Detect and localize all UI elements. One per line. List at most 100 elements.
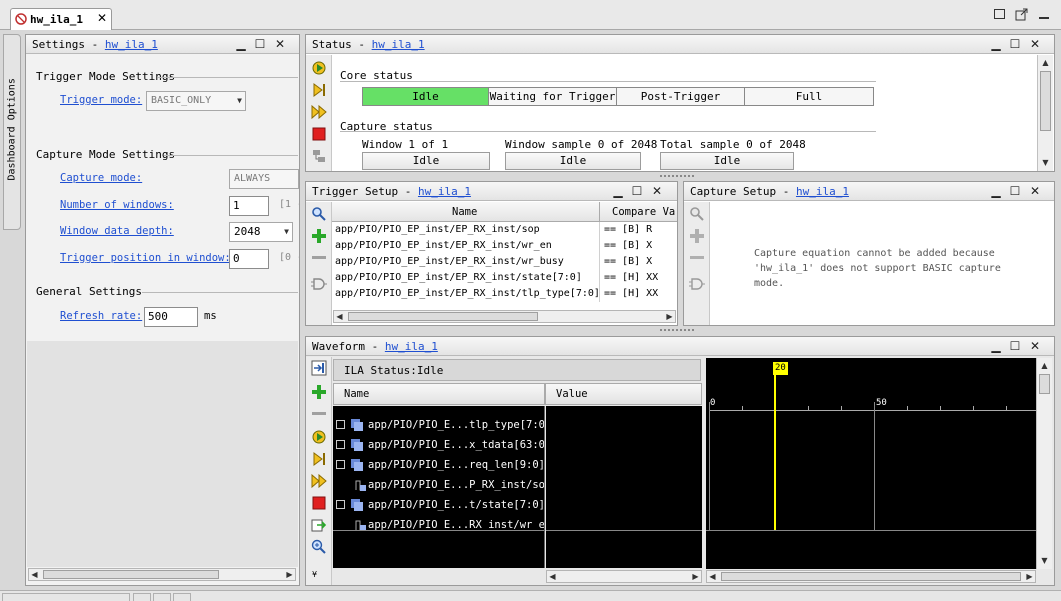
- splitter-handle[interactable]: [660, 329, 694, 332]
- waveform-vertical-scrollbar[interactable]: ▲ ▼: [1036, 358, 1052, 569]
- auto-rearm-icon[interactable]: [311, 473, 327, 489]
- chevron-down-icon[interactable]: ¥: [312, 570, 317, 579]
- stop-trigger-icon[interactable]: [311, 126, 327, 142]
- minimize-icon[interactable]: ▁: [611, 183, 625, 199]
- capture-setup-title-link[interactable]: hw_ila_1: [796, 185, 849, 198]
- close-icon[interactable]: ✕: [97, 11, 107, 25]
- table-row[interactable]: app/PIO/PIO_EP_inst/EP_RX_inst/sop == [B]…: [332, 222, 677, 238]
- scroll-thumb[interactable]: [348, 312, 538, 321]
- trigger-mode-select[interactable]: BASIC_ONLY ▼: [146, 91, 246, 111]
- waveform-value-header[interactable]: Value: [545, 383, 702, 405]
- close-icon[interactable]: ✕: [1028, 338, 1042, 354]
- probe-compare[interactable]: == [B] R: [604, 224, 652, 235]
- capture-mode-select[interactable]: ALWAYS: [229, 169, 299, 189]
- probe-compare[interactable]: == [H] XX: [604, 288, 658, 299]
- splitter-handle[interactable]: [660, 175, 694, 178]
- minimize-icon[interactable]: ▁: [989, 36, 1003, 52]
- zoom-in-icon[interactable]: [311, 539, 327, 555]
- run-trigger-icon[interactable]: [311, 451, 327, 467]
- run-trigger-immediate-icon[interactable]: [311, 429, 327, 445]
- minimize-icon[interactable]: ▁: [989, 183, 1003, 199]
- stop-trigger-icon[interactable]: [311, 495, 327, 511]
- table-row[interactable]: app/PIO/PIO_EP_inst/EP_RX_inst/tlp_type[…: [332, 286, 677, 302]
- scroll-up-icon[interactable]: ▲: [1040, 57, 1051, 68]
- expand-icon[interactable]: [336, 500, 345, 509]
- waveform-title-link[interactable]: hw_ila_1: [385, 340, 438, 353]
- num-windows-input[interactable]: 1: [229, 196, 269, 216]
- list-item[interactable]: app/PIO/PIO_E...tlp_type[7:0]: [333, 415, 544, 435]
- trigger-horizontal-scrollbar[interactable]: ◀ ▶: [333, 310, 676, 323]
- expand-icon[interactable]: [336, 440, 345, 449]
- maximize-window-icon[interactable]: [1015, 8, 1028, 21]
- auto-rearm-icon[interactable]: [311, 104, 327, 120]
- scroll-thumb[interactable]: [43, 570, 219, 579]
- list-item[interactable]: app/PIO/PIO_E...req_len[9:0]: [333, 455, 544, 475]
- close-icon[interactable]: ✕: [650, 183, 664, 199]
- probe-compare[interactable]: == [H] XX: [604, 272, 658, 283]
- trigger-mode-label[interactable]: Trigger mode:: [60, 94, 142, 106]
- editor-tab[interactable]: hw_ila_1 ✕: [10, 8, 112, 30]
- add-signal-icon[interactable]: [311, 384, 327, 400]
- scroll-right-icon[interactable]: ▶: [1024, 571, 1035, 582]
- remove-probe-icon[interactable]: [311, 250, 327, 266]
- list-item[interactable]: app/PIO/PIO_E...P_RX_inst/sop: [333, 475, 544, 495]
- col-compare-header[interactable]: Compare Va: [612, 206, 676, 218]
- scroll-thumb[interactable]: [721, 572, 1021, 581]
- trigger-position-input[interactable]: 0: [229, 249, 269, 269]
- close-icon[interactable]: ✕: [1028, 183, 1042, 199]
- table-row[interactable]: app/PIO/PIO_EP_inst/EP_RX_inst/wr_en == […: [332, 238, 677, 254]
- maximize-icon[interactable]: ☐: [1008, 183, 1022, 199]
- scroll-right-icon[interactable]: ▶: [664, 311, 675, 322]
- scroll-left-icon[interactable]: ◀: [29, 569, 40, 580]
- probe-compare[interactable]: == [B] X: [604, 256, 652, 267]
- list-item[interactable]: app/PIO/PIO_E...RX_inst/wr_en: [333, 515, 544, 535]
- scroll-down-icon[interactable]: ▼: [1040, 157, 1051, 168]
- window-depth-select[interactable]: 2048 ▼: [229, 222, 293, 242]
- status-vertical-scrollbar[interactable]: ▲ ▼: [1037, 55, 1053, 171]
- minimize-icon[interactable]: ▁: [234, 36, 248, 52]
- scroll-up-icon[interactable]: ▲: [1039, 360, 1050, 371]
- maximize-icon[interactable]: ☐: [630, 183, 644, 199]
- scroll-right-icon[interactable]: ▶: [284, 569, 295, 580]
- trigger-setup-title-link[interactable]: hw_ila_1: [418, 185, 471, 198]
- waveform-name-header[interactable]: Name: [333, 383, 545, 405]
- scroll-down-icon[interactable]: ▼: [1039, 555, 1050, 566]
- dashboard-options-tab[interactable]: Dashboard Options: [3, 34, 21, 230]
- trigger-cursor[interactable]: [774, 372, 776, 530]
- maximize-icon[interactable]: ☐: [253, 36, 267, 52]
- scroll-thumb[interactable]: [1040, 71, 1051, 131]
- close-icon[interactable]: ✕: [273, 36, 287, 52]
- minimize-window-icon[interactable]: [1038, 9, 1051, 21]
- expand-icon[interactable]: [336, 420, 345, 429]
- close-icon[interactable]: ✕: [1028, 36, 1042, 52]
- maximize-icon[interactable]: ☐: [1008, 36, 1022, 52]
- table-row[interactable]: app/PIO/PIO_EP_inst/EP_RX_inst/state[7:0…: [332, 270, 677, 286]
- settings-horizontal-scrollbar[interactable]: ◀ ▶: [28, 568, 296, 581]
- restore-window-icon[interactable]: [994, 9, 1005, 19]
- scroll-thumb[interactable]: [1039, 374, 1050, 394]
- table-row[interactable]: app/PIO/PIO_EP_inst/EP_RX_inst/wr_busy ==…: [332, 254, 677, 270]
- refresh-rate-input[interactable]: 500: [144, 307, 198, 327]
- remove-signal-icon[interactable]: [311, 406, 327, 422]
- scroll-left-icon[interactable]: ◀: [334, 311, 345, 322]
- window-depth-label[interactable]: Window data depth:: [60, 225, 174, 237]
- list-item[interactable]: app/PIO/PIO_E...t/state[7:0]: [333, 495, 544, 515]
- trigger-position-label[interactable]: Trigger position in window:: [60, 252, 231, 264]
- num-windows-label[interactable]: Number of windows:: [60, 199, 174, 211]
- refresh-rate-label[interactable]: Refresh rate:: [60, 310, 142, 322]
- settings-title-link[interactable]: hw_ila_1: [105, 38, 158, 51]
- status-title-link[interactable]: hw_ila_1: [372, 38, 425, 51]
- list-item[interactable]: app/PIO/PIO_E...x_tdata[63:0]: [333, 435, 544, 455]
- maximize-icon[interactable]: ☐: [1008, 338, 1022, 354]
- probe-compare[interactable]: == [B] X: [604, 240, 652, 251]
- value-horizontal-scrollbar[interactable]: ◀ ▶: [546, 570, 702, 583]
- add-probe-icon[interactable]: [311, 228, 327, 244]
- expand-icon[interactable]: [336, 460, 345, 469]
- wave-horizontal-scrollbar[interactable]: ◀ ▶: [706, 570, 1036, 583]
- capture-mode-label[interactable]: Capture mode:: [60, 172, 142, 184]
- export-waveform-icon[interactable]: [311, 517, 327, 533]
- run-trigger-icon[interactable]: [311, 82, 327, 98]
- col-name-header[interactable]: Name: [452, 206, 477, 218]
- go-to-trigger-icon[interactable]: [311, 360, 327, 376]
- export-icon[interactable]: [311, 148, 327, 164]
